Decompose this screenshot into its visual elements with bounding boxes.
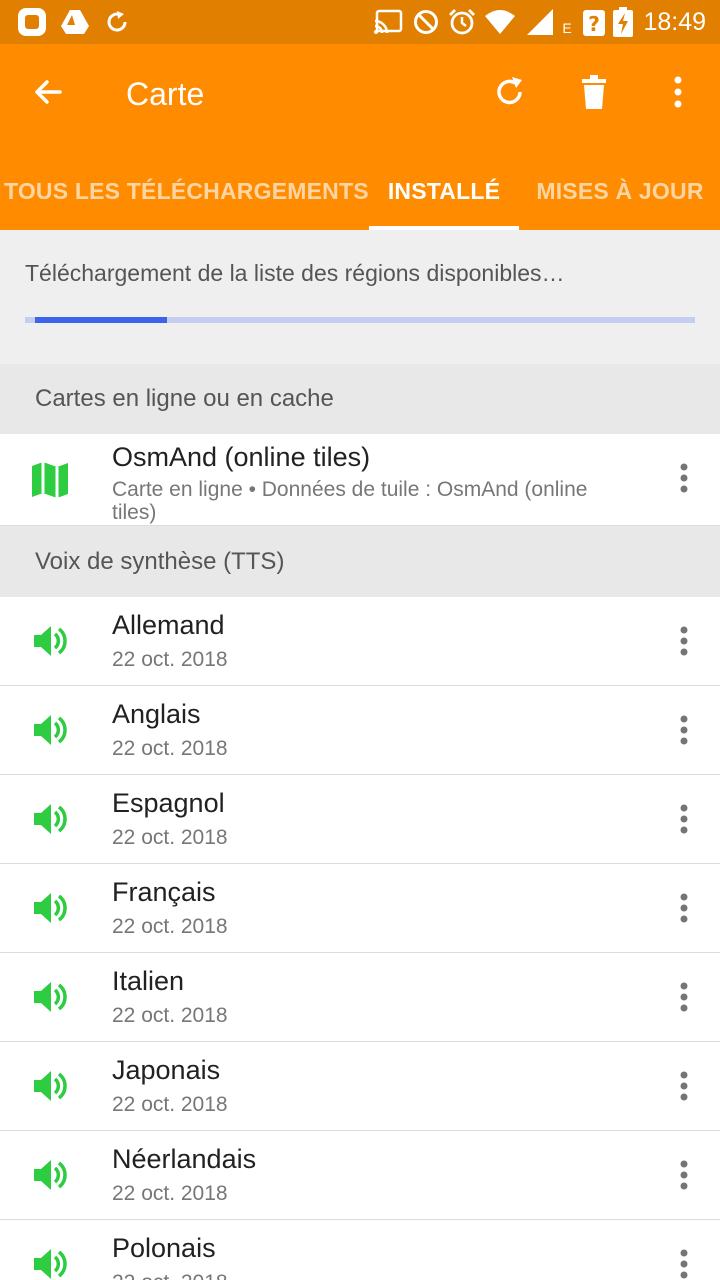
progress-panel: Téléchargement de la liste des régions d… xyxy=(0,230,720,364)
status-bar: E ? 18:49 xyxy=(0,0,720,44)
list-item-title: Polonais xyxy=(112,1233,216,1263)
wifi-icon xyxy=(484,8,516,36)
list-item-subtitle: Carte en ligne • Données de tuile : OsmA… xyxy=(112,478,588,524)
list-item-title: Japonais xyxy=(112,1055,221,1085)
volume-icon xyxy=(28,1153,72,1197)
svg-text:?: ? xyxy=(588,12,600,36)
more-vert-icon[interactable] xyxy=(668,619,700,663)
network-type-label: E xyxy=(562,20,572,36)
help-box-icon: ? xyxy=(582,8,606,36)
tab-all-downloads[interactable]: TOUS LES TÉLÉCHARGEMENTS xyxy=(0,152,369,230)
progress-bar xyxy=(25,317,695,323)
list-item[interactable]: Espagnol 22 oct. 2018 xyxy=(0,775,720,864)
progress-text: Téléchargement de la liste des régions d… xyxy=(25,260,565,286)
list-item-title: Français xyxy=(112,877,216,907)
more-vert-icon[interactable] xyxy=(668,797,700,841)
list-item-title: Anglais xyxy=(112,699,201,729)
more-vert-icon[interactable] xyxy=(668,886,700,930)
list-item[interactable]: Néerlandais 22 oct. 2018 xyxy=(0,1131,720,1220)
list-item[interactable]: Français 22 oct. 2018 xyxy=(0,864,720,953)
google-drive-icon xyxy=(60,8,90,36)
list-item[interactable]: Polonais 22 oct. 2018 xyxy=(0,1220,720,1280)
delete-button[interactable] xyxy=(568,70,620,118)
volume-icon xyxy=(28,1064,72,1108)
page-title: Carte xyxy=(126,76,205,112)
list-item-subtitle: 22 oct. 2018 xyxy=(112,915,228,938)
alarm-icon xyxy=(448,8,476,36)
list-item-subtitle: 22 oct. 2018 xyxy=(112,737,228,760)
list-item[interactable]: Anglais 22 oct. 2018 xyxy=(0,686,720,775)
more-vert-icon[interactable] xyxy=(668,975,700,1019)
list-item-subtitle: 22 oct. 2018 xyxy=(112,1004,228,1027)
volume-icon xyxy=(28,708,72,752)
app-bar: Carte TOUS LES TÉLÉCHARGEMENTS INSTALLÉ … xyxy=(0,44,720,230)
tab-installed[interactable]: INSTALLÉ xyxy=(369,152,519,230)
list-item-title: Néerlandais xyxy=(112,1144,257,1174)
volume-icon xyxy=(28,886,72,930)
list-item-title: Espagnol xyxy=(112,788,225,818)
list-item-subtitle: 22 oct. 2018 xyxy=(112,826,228,849)
list-item-subtitle: 22 oct. 2018 xyxy=(112,648,228,671)
more-vert-icon[interactable] xyxy=(668,1242,700,1280)
more-vert-icon[interactable] xyxy=(668,1064,700,1108)
app-square-icon xyxy=(16,8,48,36)
map-icon xyxy=(28,458,72,502)
back-button[interactable] xyxy=(18,72,78,116)
cast-icon xyxy=(372,8,404,36)
section-header-tts: Voix de synthèse (TTS) xyxy=(0,526,720,597)
list-item[interactable]: Allemand 22 oct. 2018 xyxy=(0,597,720,686)
volume-icon xyxy=(28,797,72,841)
volume-icon xyxy=(28,619,72,663)
list-item[interactable]: Japonais 22 oct. 2018 xyxy=(0,1042,720,1131)
list-item-title: OsmAnd (online tiles) xyxy=(112,442,371,472)
list-item-title: Allemand xyxy=(112,610,225,640)
list-item-title: Italien xyxy=(112,966,185,996)
tab-bar: TOUS LES TÉLÉCHARGEMENTS INSTALLÉ MISES … xyxy=(0,152,720,230)
volume-icon xyxy=(28,1242,72,1280)
list-item-subtitle: 22 oct. 2018 xyxy=(112,1093,228,1116)
more-vert-icon[interactable] xyxy=(668,456,700,500)
more-vert-icon[interactable] xyxy=(668,708,700,752)
refresh-button[interactable] xyxy=(484,70,536,118)
more-vert-icon[interactable] xyxy=(668,1153,700,1197)
list-item-subtitle: 22 oct. 2018 xyxy=(112,1271,228,1280)
signal-icon xyxy=(526,8,554,36)
list-item[interactable]: OsmAnd (online tiles) Carte en ligne • D… xyxy=(0,434,720,526)
more-vert-icon xyxy=(673,76,683,113)
more-options-button[interactable] xyxy=(652,70,704,118)
delete-icon xyxy=(580,74,608,114)
do-not-disturb-icon xyxy=(412,8,440,36)
section-header-online-maps: Cartes en ligne ou en cache xyxy=(0,364,720,434)
battery-charging-icon xyxy=(612,7,634,37)
volume-icon xyxy=(28,975,72,1019)
list-item[interactable]: Italien 22 oct. 2018 xyxy=(0,953,720,1042)
tab-updates[interactable]: MISES À JOUR xyxy=(530,152,710,230)
sync-icon xyxy=(104,8,130,36)
refresh-icon xyxy=(493,75,527,114)
progress-fill xyxy=(35,317,167,323)
arrow-back-icon xyxy=(32,76,64,113)
list-item-subtitle: 22 oct. 2018 xyxy=(112,1182,228,1205)
status-time: 18:49 xyxy=(643,8,706,36)
